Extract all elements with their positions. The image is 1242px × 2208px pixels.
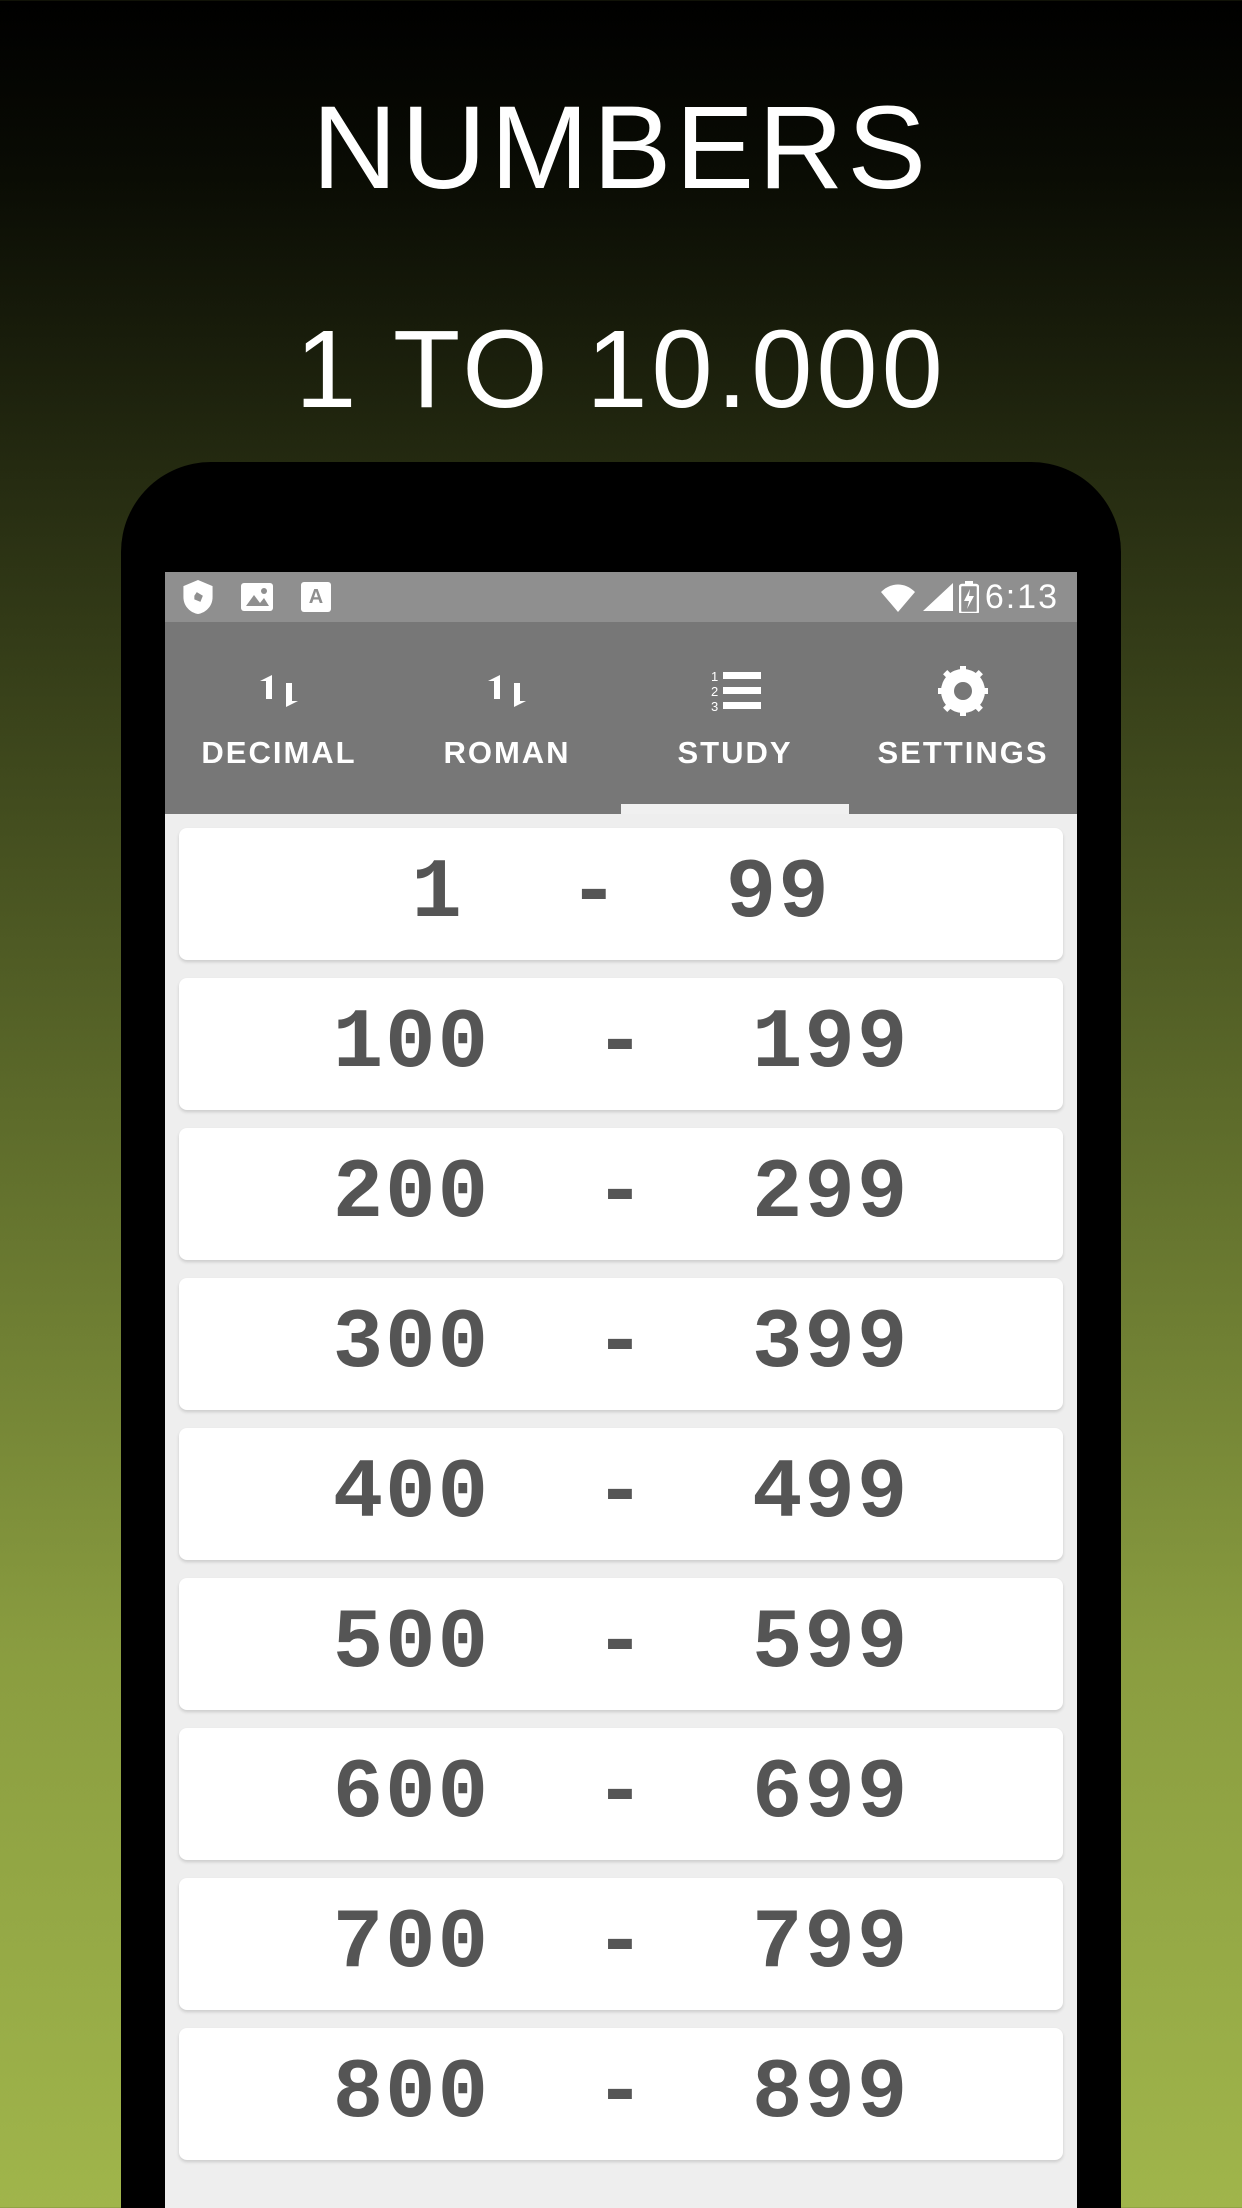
svg-text:3: 3: [711, 699, 718, 713]
text-icon: A: [301, 582, 331, 612]
range-label: 700 - 799: [333, 1897, 910, 1992]
range-card[interactable]: 400 - 499: [179, 1428, 1063, 1560]
svg-text:2: 2: [711, 684, 718, 699]
range-label: 300 - 399: [333, 1297, 910, 1392]
tab-label: SETTINGS: [877, 735, 1048, 771]
range-card[interactable]: 100 - 199: [179, 978, 1063, 1110]
phone-inner: A 6:13 DECIMALROMAN123STUD: [165, 572, 1077, 2208]
range-card[interactable]: 800 - 899: [179, 2028, 1063, 2160]
battery-charging-icon: [959, 581, 979, 613]
swap-icon: [253, 665, 305, 717]
range-card[interactable]: 300 - 399: [179, 1278, 1063, 1410]
hero-title-line1: NUMBERS: [0, 80, 1242, 216]
range-card[interactable]: 700 - 799: [179, 1878, 1063, 2010]
range-list[interactable]: 1 - 99 100 - 199 200 - 299 300 - 399 400 - 4…: [165, 814, 1077, 2160]
hero-title-line2: 1 TO 10.000: [0, 306, 1242, 433]
shield-icon: [183, 580, 213, 614]
cell-icon: [923, 583, 953, 611]
tab-label: STUDY: [677, 735, 792, 771]
tab-label: DECIMAL: [201, 735, 356, 771]
range-label: 1 - 99: [411, 847, 830, 942]
range-card[interactable]: 500 - 599: [179, 1578, 1063, 1710]
screen: A 6:13 DECIMALROMAN123STUD: [165, 572, 1077, 2208]
range-label: 600 - 699: [333, 1747, 910, 1842]
range-label: 800 - 899: [333, 2047, 910, 2142]
image-icon: [241, 583, 273, 611]
range-label: 200 - 299: [333, 1147, 910, 1242]
tab-study[interactable]: 123 STUDY: [621, 622, 849, 814]
tab-roman[interactable]: ROMAN: [393, 622, 621, 814]
tab-settings[interactable]: SETTINGS: [849, 622, 1077, 814]
range-card[interactable]: 200 - 299: [179, 1128, 1063, 1260]
swap-icon: [481, 665, 533, 717]
list-icon: 123: [709, 665, 761, 717]
gear-icon: [937, 665, 989, 717]
wifi-icon: [879, 582, 917, 612]
range-card[interactable]: 1 - 99: [179, 828, 1063, 960]
range-label: 100 - 199: [333, 997, 910, 1092]
svg-text:A: A: [309, 586, 323, 608]
range-label: 400 - 499: [333, 1447, 910, 1542]
range-card[interactable]: 600 - 699: [179, 1728, 1063, 1860]
status-bar: A 6:13: [165, 572, 1077, 622]
tab-decimal[interactable]: DECIMAL: [165, 622, 393, 814]
svg-text:1: 1: [711, 669, 718, 684]
tab-bar: DECIMAL ROMAN 123 STUDY SETTINGS: [165, 622, 1077, 814]
hero: NUMBERS 1 TO 10.000: [0, 0, 1242, 433]
status-right: 6:13: [879, 578, 1059, 617]
tab-label: ROMAN: [443, 735, 570, 771]
range-label: 500 - 599: [333, 1597, 910, 1692]
status-left: A: [183, 580, 331, 614]
phone-frame: A 6:13 DECIMALROMAN123STUD: [121, 462, 1121, 2208]
status-time: 6:13: [985, 578, 1059, 617]
